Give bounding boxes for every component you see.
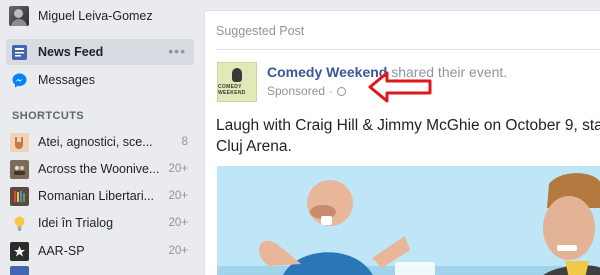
suggested-post-label: Suggested Post: [216, 24, 305, 38]
logo-text: COMEDY WEEKEND: [218, 84, 246, 96]
shortcut-item[interactable]: Idei în Trialog 20+: [10, 210, 188, 236]
shortcut-icon-partial: [10, 266, 29, 275]
sponsored-row: Sponsored ·: [267, 84, 347, 98]
microphone-icon: [232, 68, 242, 82]
star-badge-icon: [10, 241, 29, 261]
shortcut-item[interactable]: Across the Woonive... 20+: [10, 156, 188, 182]
red-arrow-annotation: [368, 71, 432, 103]
sidebar-item-messages[interactable]: Messages: [6, 67, 194, 93]
profile-link[interactable]: Miguel Leiva-Gomez: [9, 6, 153, 26]
post-text-line: Cluj Arena.: [216, 138, 292, 155]
post-body: Laugh with Craig Hill & Jimmy McGhie on …: [216, 115, 600, 157]
suggested-post-card: Suggested Post COMEDY WEEKEND Comedy Wee…: [204, 10, 600, 275]
post-text-line: Laugh with Craig Hill & Jimmy McGhie on …: [216, 117, 600, 134]
notification-count: 20+: [168, 217, 188, 229]
news-feed-icon: [10, 43, 29, 62]
sidebar-item-label: Messages: [38, 73, 95, 87]
event-image[interactable]: [217, 166, 600, 275]
lightbulb-icon: [10, 214, 29, 233]
avatar[interactable]: [9, 6, 29, 26]
separator: ·: [329, 84, 334, 98]
more-options-icon[interactable]: •••: [168, 44, 186, 58]
shortcut-label: AAR-SP: [38, 244, 85, 258]
left-sidebar: Miguel Leiva-Gomez News Feed ••• Message…: [0, 0, 198, 275]
page-logo[interactable]: COMEDY WEEKEND: [217, 62, 257, 102]
messages-icon: [10, 71, 29, 90]
bookshelf-icon: [10, 186, 29, 206]
shortcut-item[interactable]: Atei, agnostici, sce... 8: [10, 129, 188, 155]
divider: [216, 49, 600, 50]
shortcut-item[interactable]: AAR-SP 20+: [10, 238, 188, 264]
shortcut-label: Atei, agnostici, sce...: [38, 135, 153, 149]
sidebar-item-label: News Feed: [38, 45, 104, 59]
group-photo-icon: [10, 159, 29, 179]
shortcuts-header: SHORTCUTS: [12, 110, 85, 122]
profile-name[interactable]: Miguel Leiva-Gomez: [38, 9, 153, 23]
notification-count: 20+: [168, 163, 188, 175]
sidebar-item-news-feed[interactable]: News Feed •••: [6, 39, 194, 65]
notification-count: 20+: [168, 190, 188, 202]
rock-hand-icon: [10, 132, 29, 152]
notification-count: 8: [181, 136, 188, 148]
shortcut-label: Across the Woonive...: [38, 162, 160, 176]
notification-count: 20+: [168, 245, 188, 257]
sponsored-label[interactable]: Sponsored: [267, 84, 325, 98]
globe-icon: [337, 86, 347, 96]
shortcut-item[interactable]: Romanian Libertari... 20+: [10, 183, 188, 209]
shortcut-label: Idei în Trialog: [38, 216, 114, 230]
shortcut-label: Romanian Libertari...: [38, 189, 155, 203]
